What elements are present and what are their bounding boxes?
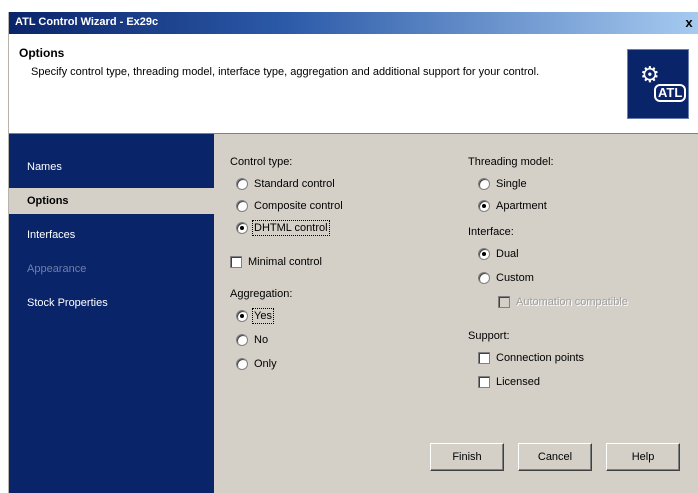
control-type-label: Control type: [230, 156, 293, 168]
close-icon[interactable]: x [681, 15, 697, 31]
minimal-control-checkbox[interactable]: Minimal control [230, 254, 322, 270]
composite-control-radio[interactable]: Composite control [236, 198, 343, 214]
interface-dual-label: Dual [496, 248, 519, 260]
aggregation-only-label: Only [254, 358, 277, 370]
sidebar-item-options[interactable]: Options [9, 188, 214, 214]
checkbox-box [478, 352, 490, 364]
radio-circle [478, 248, 490, 260]
threading-apartment-label: Apartment [496, 200, 547, 212]
minimal-control-label: Minimal control [248, 256, 322, 268]
radio-circle [236, 222, 248, 234]
interface-custom-radio[interactable]: Custom [478, 270, 534, 286]
radio-circle [478, 200, 490, 212]
aggregation-yes-radio[interactable]: Yes [236, 308, 274, 324]
aggregation-only-radio[interactable]: Only [236, 356, 277, 372]
window-title: ATL Control Wizard - Ex29c [15, 16, 159, 28]
aggregation-yes-label: Yes [252, 308, 274, 324]
atl-logo: ⚙ ATL [627, 49, 689, 119]
wizard-window: ATL Control Wizard - Ex29c x Options Spe… [8, 12, 698, 493]
licensed-label: Licensed [496, 376, 541, 388]
aggregation-label: Aggregation: [230, 288, 293, 300]
radio-circle [236, 310, 248, 322]
sidebar-item-stock-properties[interactable]: Stock Properties [9, 290, 214, 316]
threading-single-radio[interactable]: Single [478, 176, 527, 192]
radio-circle [478, 272, 490, 284]
support-label: Support: [468, 330, 510, 342]
automation-compatible-checkbox: Automation compatible [498, 294, 628, 310]
sidebar-item-interfaces[interactable]: Interfaces [9, 222, 214, 248]
interface-custom-label: Custom [496, 272, 534, 284]
checkbox-box [498, 296, 510, 308]
connection-points-label: Connection points [496, 352, 585, 364]
interface-dual-radio[interactable]: Dual [478, 246, 519, 262]
radio-circle [236, 178, 248, 190]
interface-label: Interface: [468, 226, 514, 238]
dhtml-control-radio[interactable]: DHTML control [236, 220, 330, 236]
licensed-checkbox[interactable]: Licensed [478, 374, 540, 390]
threading-apartment-radio[interactable]: Apartment [478, 198, 547, 214]
checkbox-box [230, 256, 242, 268]
dhtml-control-label: DHTML control [252, 220, 330, 236]
automation-compatible-label: Automation compatible [516, 296, 628, 308]
aggregation-no-radio[interactable]: No [236, 332, 268, 348]
standard-control-label: Standard control [254, 178, 335, 190]
sidebar-item-names[interactable]: Names [9, 154, 214, 180]
wizard-header: Options Specify control type, threading … [9, 34, 698, 134]
cancel-button[interactable]: Cancel [518, 443, 592, 471]
radio-circle [478, 178, 490, 190]
options-panel: Control type: Standard control Composite… [214, 134, 698, 493]
radio-circle [236, 334, 248, 346]
threading-model-label: Threading model: [468, 156, 554, 168]
composite-control-label: Composite control [254, 200, 343, 212]
title-bar: ATL Control Wizard - Ex29c x [9, 12, 698, 34]
checkbox-box [478, 376, 490, 388]
page-description: Specify control type, threading model, i… [31, 66, 540, 78]
connection-points-checkbox[interactable]: Connection points [478, 350, 584, 366]
finish-button[interactable]: Finish [430, 443, 504, 471]
radio-circle [236, 358, 248, 370]
radio-circle [236, 200, 248, 212]
gear-icon: ⚙ [640, 62, 660, 87]
aggregation-no-label: No [254, 334, 269, 346]
sidebar: Names Options Interfaces Appearance Stoc… [9, 134, 214, 493]
threading-single-label: Single [496, 178, 527, 190]
page-title: Options [19, 46, 65, 60]
sidebar-item-appearance: Appearance [27, 263, 87, 275]
help-button[interactable]: Help [606, 443, 680, 471]
standard-control-radio[interactable]: Standard control [236, 176, 335, 192]
atl-logo-text: ATL [654, 84, 687, 102]
